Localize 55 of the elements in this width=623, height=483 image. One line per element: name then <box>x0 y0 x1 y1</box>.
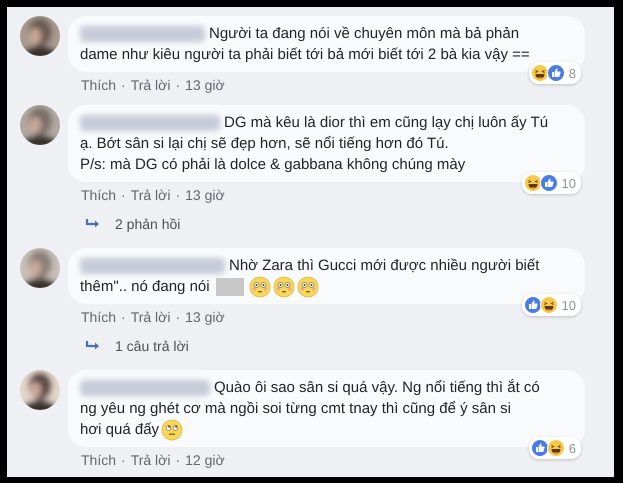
like-link[interactable]: Thích <box>81 74 116 96</box>
comment-text: Nhờ Zara thì Gucci mới được nhiều người biết <box>229 256 540 276</box>
separator: · <box>121 308 126 326</box>
comment-text: ng yêu ng ghét cơ mà ngồi soi từng cmt tnay thì cũng để ý sân si <box>80 399 511 419</box>
laughing-face-icon <box>524 174 542 192</box>
separator: · <box>121 186 126 204</box>
laughing-face-icon <box>540 296 558 314</box>
like-icon <box>530 439 549 457</box>
separator: · <box>121 450 126 470</box>
flushed-face-icon <box>248 276 271 298</box>
comment-text: dame như kiêu người ta phải biết tới bả mới biết tới 2 bà kia vậy == <box>80 45 530 65</box>
reactions-badge[interactable]: 10 <box>522 172 581 194</box>
separator: · <box>121 76 126 94</box>
comment-text: Người ta đang nói về chuyên môn mà bả phản <box>209 24 520 44</box>
comment-text: DG mà kêu là dior thì em cũng lạy chị luôn ấy Tú <box>224 113 548 133</box>
timestamp[interactable]: 13 giờ <box>185 184 225 206</box>
like-icon <box>524 296 542 314</box>
separator: · <box>175 76 180 94</box>
reaction-count: 10 <box>562 296 576 314</box>
reaction-count: 10 <box>562 174 576 192</box>
flushed-face-icon <box>272 276 295 298</box>
comment-text: ạ. Bớt sân si lại chị sẽ đẹp hơn, sẽ nổi tiếng hơn đó Tú. <box>80 134 449 154</box>
comment-text: Quào ôi sao sân si quá vậy. Ng nổi tiếng thì ắt có <box>214 378 540 398</box>
timestamp[interactable]: 12 giờ <box>185 450 225 470</box>
laughing-face-icon <box>546 439 565 457</box>
reaction-count: 6 <box>568 440 576 458</box>
reply-link[interactable]: Trả lời <box>130 184 170 206</box>
eye-roll-face-icon <box>161 418 184 440</box>
like-icon <box>540 174 558 192</box>
like-link[interactable]: Thích <box>81 184 116 206</box>
like-link[interactable]: Thích <box>81 306 116 328</box>
reactions-badge[interactable]: 10 <box>522 294 581 316</box>
separator: · <box>175 186 180 204</box>
timestamp[interactable]: 13 giờ <box>185 306 225 328</box>
like-link[interactable]: Thích <box>81 450 116 470</box>
reply-arrow-icon <box>85 340 101 352</box>
separator: · <box>175 450 180 470</box>
reply-arrow-icon <box>85 218 101 230</box>
reaction-count: 8 <box>568 64 576 82</box>
reply-link[interactable]: Trả lời <box>130 306 170 328</box>
comment-text: P/s: mà DG có phải là dolce & gabbana không chúng mày <box>80 155 466 175</box>
censor-block <box>216 278 244 296</box>
like-icon <box>546 64 565 82</box>
timestamp[interactable]: 13 giờ <box>185 74 225 96</box>
view-replies-link[interactable]: 2 phản hồi <box>115 214 180 234</box>
flushed-face-icon <box>296 276 319 298</box>
reply-link[interactable]: Trả lời <box>130 450 170 470</box>
separator: · <box>175 308 180 326</box>
reactions-badge[interactable]: 8 <box>528 62 581 84</box>
comment-text: thêm".. nó đang nói <box>80 277 210 297</box>
comment-text: hơi quá đấy <box>80 420 160 440</box>
laughing-face-icon <box>530 64 549 82</box>
view-replies-link[interactable]: 1 câu trả lời <box>115 336 189 356</box>
reactions-badge[interactable]: 6 <box>528 437 581 459</box>
reply-link[interactable]: Trả lời <box>130 74 170 96</box>
